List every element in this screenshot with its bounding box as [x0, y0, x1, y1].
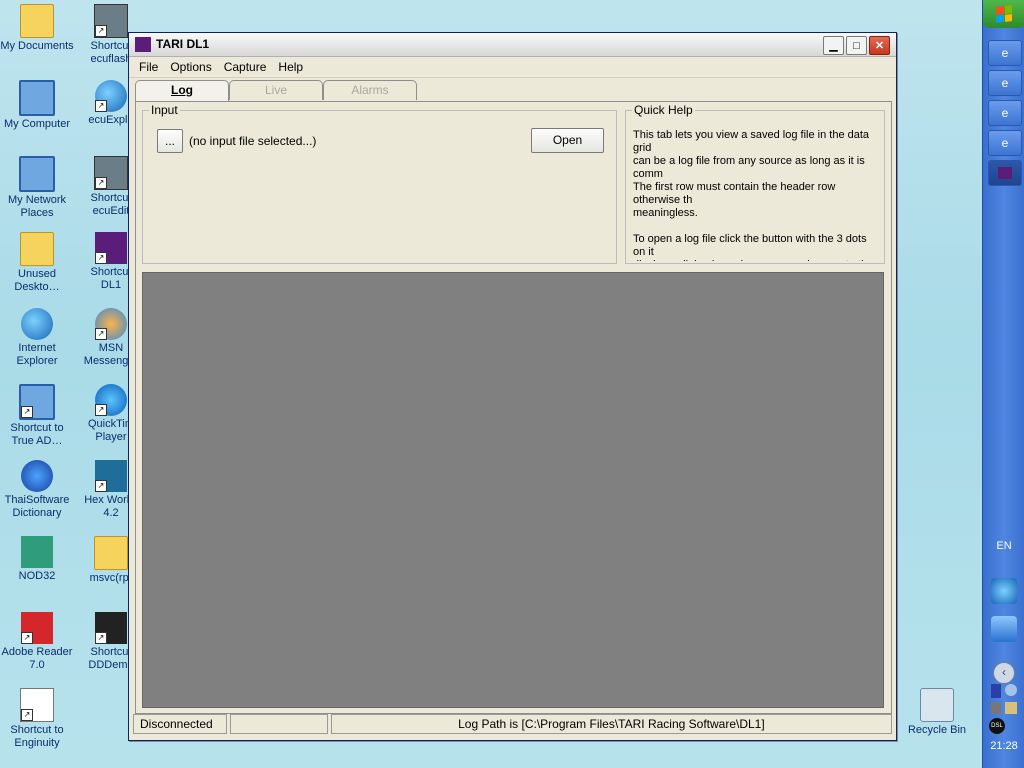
folder-icon	[20, 232, 54, 266]
internet-explorer-icon	[21, 308, 53, 340]
dsl-tray-icon[interactable]: DSL	[989, 718, 1005, 734]
quick-help-text: This tab lets you view a saved log file …	[633, 129, 873, 261]
menu-help[interactable]: Help	[272, 60, 309, 74]
desktop-icon-label: Unused Deskto…	[14, 268, 60, 293]
dictionary-icon	[21, 460, 53, 492]
dl1-icon: ↗	[95, 232, 127, 264]
dl1-app-icon	[998, 167, 1012, 179]
desktop-icon-label: My Network Places	[7, 194, 67, 219]
taskbar-button-ie-4[interactable]: e	[988, 130, 1022, 156]
quick-help-group: Quick Help This tab lets you view a save…	[625, 103, 885, 264]
tray-icon-3[interactable]	[991, 702, 1001, 714]
title-bar[interactable]: TARI DL1 ▁ □ ✕	[129, 33, 896, 57]
close-icon: ✕	[874, 40, 885, 52]
window-title: TARI DL1	[156, 37, 210, 51]
app-icon[interactable]	[135, 37, 151, 52]
ecuexplorer-icon: ↗	[95, 80, 127, 112]
status-middle	[229, 714, 328, 734]
tab-alarms[interactable]: Alarms	[323, 80, 417, 100]
status-log-path: Log Path is [C:\Program Files\TARI Racin…	[330, 714, 893, 734]
desktop-icon-true-ad[interactable]: ↗ Shortcut to True AD…	[0, 384, 74, 448]
tab-live[interactable]: Live	[229, 80, 323, 100]
quicktime-icon: ↗	[95, 384, 127, 416]
msn-messenger-icon: ↗	[95, 308, 127, 340]
desktop-icon-label: My Documents	[0, 40, 74, 52]
desktop-icon-label: NOD32	[18, 570, 56, 582]
desktop-icon-my-documents[interactable]: My Documents	[0, 4, 74, 53]
desktop-icon-my-network[interactable]: My Network Places	[0, 156, 74, 220]
clock[interactable]: 21:28	[983, 740, 1024, 752]
tray-icon-2[interactable]	[1005, 684, 1017, 696]
desktop-icon-label: Recycle Bin	[907, 724, 967, 736]
true-ad-icon: ↗	[19, 384, 55, 420]
data-grid[interactable]	[142, 272, 884, 708]
quicklaunch-ie-icon[interactable]	[991, 578, 1017, 604]
desktop-icon-label: My Computer	[3, 118, 71, 130]
quick-help-title: Quick Help	[632, 103, 695, 117]
status-connection: Disconnected	[133, 714, 227, 734]
taskbar-button-ie-1[interactable]: e	[988, 40, 1022, 66]
desktop-icon-thaisoftware[interactable]: ThaiSoftware Dictionary	[0, 460, 74, 520]
close-button[interactable]: ✕	[869, 36, 890, 55]
folder-icon	[94, 536, 128, 570]
log-tab-panel: Input ... (no input file selected...) Op…	[135, 101, 892, 714]
enginuity-icon: ↗	[20, 688, 54, 722]
start-button[interactable]	[983, 0, 1024, 28]
system-tray-icons	[989, 684, 1019, 720]
tray-icon-1[interactable]	[991, 684, 1001, 698]
ie-window-icon: e	[1001, 76, 1009, 90]
language-indicator[interactable]: EN	[983, 540, 1024, 552]
hex-workshop-icon: ↗	[95, 460, 127, 492]
desktop-icon-enginuity[interactable]: ↗ Shortcut to Enginuity	[0, 688, 74, 750]
status-bar: Disconnected Log Path is [C:\Program Fil…	[133, 714, 893, 734]
tab-log[interactable]: Log	[135, 80, 229, 102]
browse-file-button[interactable]: ...	[157, 129, 183, 153]
desktop-icon-my-computer[interactable]: My Computer	[0, 80, 74, 131]
my-documents-icon	[20, 4, 54, 38]
ie-window-icon: e	[1001, 46, 1009, 60]
minimize-icon: ▁	[829, 40, 838, 52]
desktop-icon-label: ThaiSoftware Dictionary	[4, 494, 70, 519]
desktop-icon-label: Adobe Reader 7.0	[1, 646, 73, 671]
windows-logo-icon	[996, 5, 1012, 23]
tari-dl1-window: TARI DL1 ▁ □ ✕ File Options Capture Help…	[128, 32, 897, 741]
desktop-icon-label: Internet Explorer	[16, 342, 58, 367]
dddemo-icon: ↗	[95, 612, 127, 644]
menu-options[interactable]: Options	[164, 60, 217, 74]
quicklaunch-show-desktop-icon[interactable]	[991, 616, 1017, 642]
tray-icon-4[interactable]	[1005, 702, 1017, 714]
desktop-icon-adobe-reader[interactable]: ↗ Adobe Reader 7.0	[0, 612, 74, 672]
desktop-icon-label: Shortcut to True AD…	[10, 422, 64, 447]
taskbar-button-tari-dl1[interactable]	[988, 160, 1022, 186]
menu-file[interactable]: File	[133, 60, 164, 74]
tab-strip: Log Live Alarms	[129, 80, 896, 102]
input-group: Input ... (no input file selected...) Op…	[142, 103, 617, 264]
my-computer-icon	[19, 80, 55, 116]
maximize-icon: □	[853, 39, 860, 52]
open-button[interactable]: Open	[531, 128, 604, 153]
menu-bar: File Options Capture Help	[129, 57, 896, 78]
desktop-icon-unused[interactable]: Unused Deskto…	[0, 232, 74, 294]
ie-window-icon: e	[1001, 136, 1009, 150]
minimize-button[interactable]: ▁	[823, 36, 844, 55]
taskbar: e e e e EN ‹ DSL 21:28	[982, 0, 1024, 768]
ecuflash-icon: ↗	[94, 4, 128, 38]
taskbar-button-ie-2[interactable]: e	[988, 70, 1022, 96]
desktop-icon-recycle-bin[interactable]: Recycle Bin	[900, 688, 974, 737]
tray-collapse-icon[interactable]: ‹	[993, 662, 1015, 684]
nod32-icon	[21, 536, 53, 568]
recycle-bin-icon	[920, 688, 954, 722]
desktop-icon-nod32[interactable]: NOD32	[0, 536, 74, 583]
input-file-text: (no input file selected...)	[189, 134, 317, 148]
my-network-icon	[19, 156, 55, 192]
menu-capture[interactable]: Capture	[218, 60, 273, 74]
adobe-reader-icon: ↗	[21, 612, 53, 644]
desktop-icon-internet-explorer[interactable]: Internet Explorer	[0, 308, 74, 368]
taskbar-button-ie-3[interactable]: e	[988, 100, 1022, 126]
maximize-button[interactable]: □	[846, 36, 867, 55]
input-group-title: Input	[149, 103, 180, 117]
ie-window-icon: e	[1001, 106, 1009, 120]
ecuedit-icon: ↗	[94, 156, 128, 190]
desktop-icon-label: Shortcut to Enginuity	[10, 724, 64, 749]
